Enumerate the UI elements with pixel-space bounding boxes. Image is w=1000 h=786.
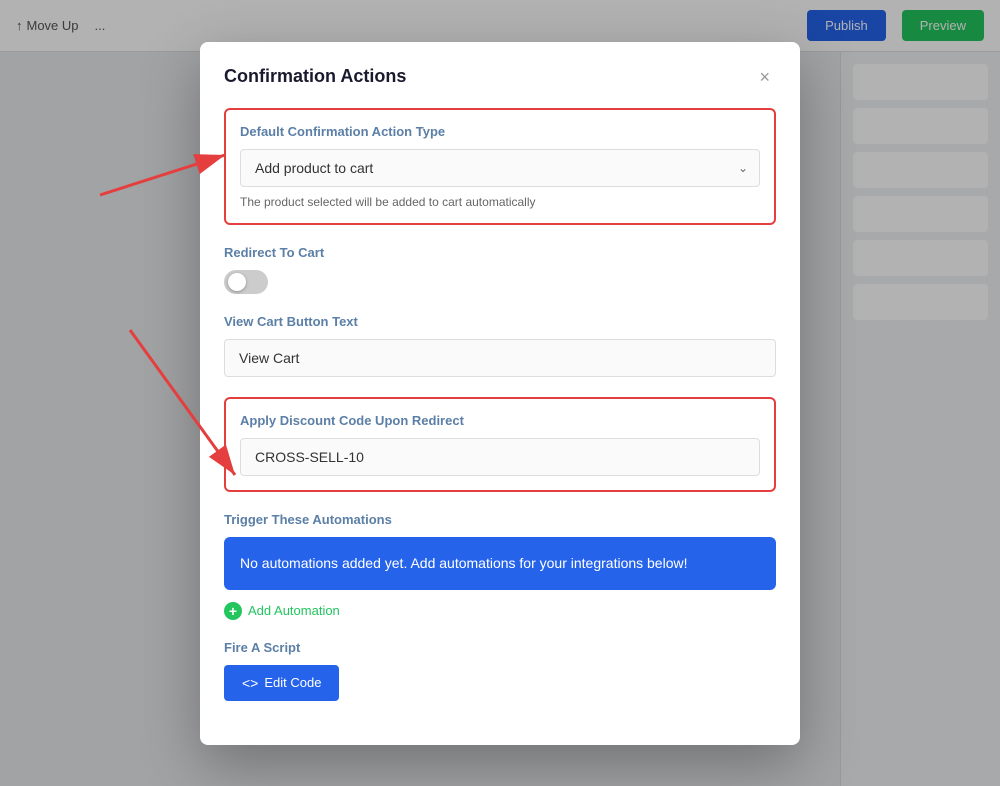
redirect-toggle-wrapper [224,270,776,294]
modal-overlay: Confirmation Actions × Default Confirmat… [0,0,1000,786]
automations-section: Trigger These Automations No automations… [224,512,776,620]
code-brackets-icon: <> [242,675,258,691]
automations-empty-box: No automations added yet. Add automation… [224,537,776,590]
default-action-section: Default Confirmation Action Type Add pro… [224,108,776,225]
view-cart-label: View Cart Button Text [224,314,776,329]
redirect-to-cart-section: Redirect To Cart [224,245,776,294]
fire-script-section: Fire A Script <> Edit Code [224,640,776,701]
modal-title: Confirmation Actions [224,66,406,87]
view-cart-button-section: View Cart Button Text [224,314,776,377]
automations-label: Trigger These Automations [224,512,776,527]
add-automation-label: Add Automation [248,603,340,618]
confirmation-actions-modal: Confirmation Actions × Default Confirmat… [200,42,800,745]
edit-code-button[interactable]: <> Edit Code [224,665,339,701]
discount-code-input[interactable] [240,438,760,476]
edit-code-label: Edit Code [264,675,321,690]
discount-code-section: Apply Discount Code Upon Redirect [224,397,776,492]
toggle-slider [224,270,268,294]
action-helper-text: The product selected will be added to ca… [240,195,760,209]
action-type-select-wrapper: Add product to cart View Cart Custom URL… [240,149,760,187]
add-circle-icon: + [224,602,242,620]
add-automation-link[interactable]: + Add Automation [224,602,776,620]
automations-empty-message: No automations added yet. Add automation… [240,555,688,571]
modal-close-button[interactable]: × [753,66,776,88]
action-type-select[interactable]: Add product to cart View Cart Custom URL [240,149,760,187]
view-cart-input[interactable] [224,339,776,377]
default-action-label: Default Confirmation Action Type [240,124,760,139]
fire-script-label: Fire A Script [224,640,776,655]
redirect-to-cart-label: Redirect To Cart [224,245,776,260]
redirect-toggle[interactable] [224,270,268,294]
discount-code-label: Apply Discount Code Upon Redirect [240,413,760,428]
modal-header: Confirmation Actions × [224,66,776,88]
